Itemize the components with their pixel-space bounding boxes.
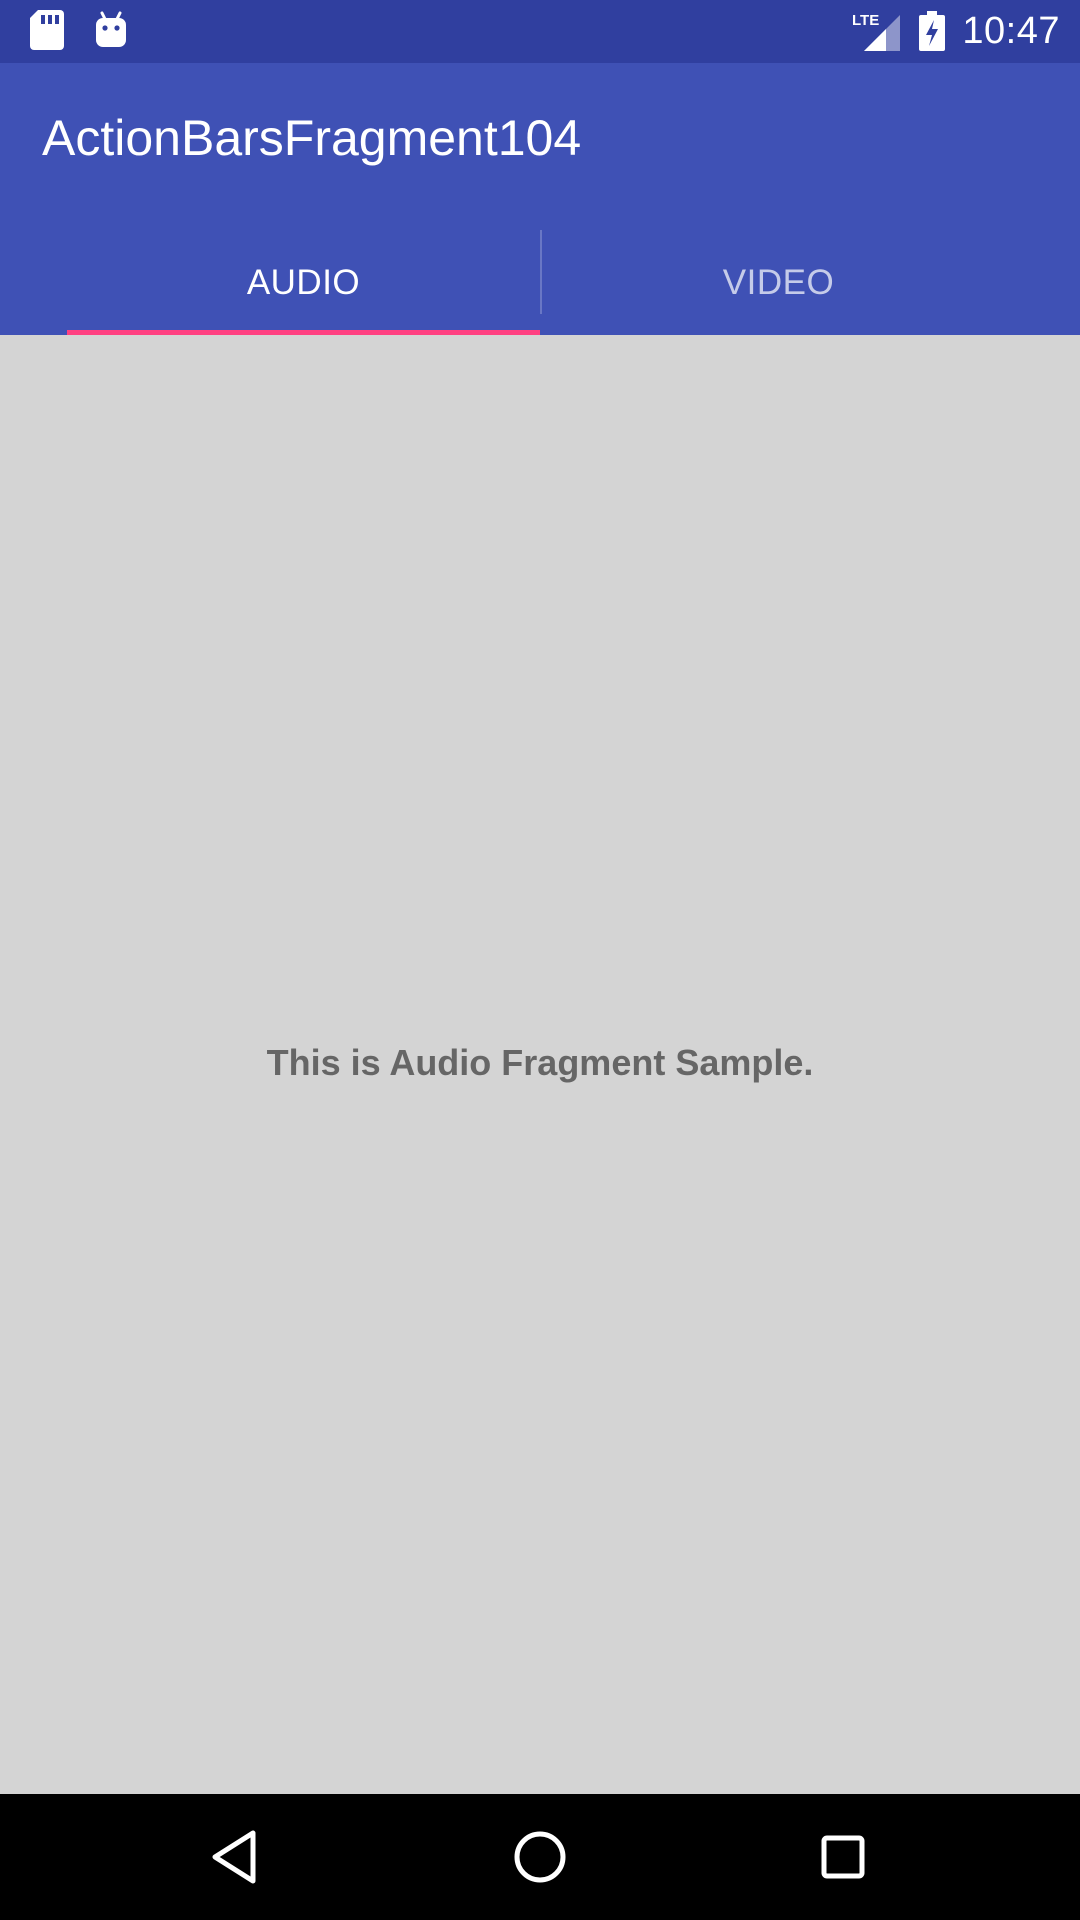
recents-icon[interactable] [811,1825,875,1889]
sd-card-icon [30,10,64,50]
lte-label: LTE [852,12,879,29]
home-icon[interactable] [508,1825,572,1889]
fragment-message: This is Audio Fragment Sample. [266,1042,814,1083]
lte-signal-icon: LTE [852,12,901,51]
battery-charging-icon [919,11,946,51]
tab-video[interactable]: VIDEO [542,230,1015,335]
fragment-content: This is Audio Fragment Sample. [0,335,1080,1794]
system-icons: LTE 10:47 [852,6,1060,56]
navigation-bar [0,1794,1080,1920]
app-title: ActionBarsFragment104 [42,110,582,166]
tab-divider [540,230,542,314]
android-icon [96,11,126,47]
screen: LTE 10:47 ActionBarsFragment104 AUDIO VI… [0,0,1080,1920]
status-bar: LTE 10:47 [0,0,1080,63]
tab-audio[interactable]: AUDIO [67,230,540,335]
notification-icons [30,10,128,50]
clock: 10:47 [962,10,1060,52]
back-icon[interactable] [203,1825,267,1889]
